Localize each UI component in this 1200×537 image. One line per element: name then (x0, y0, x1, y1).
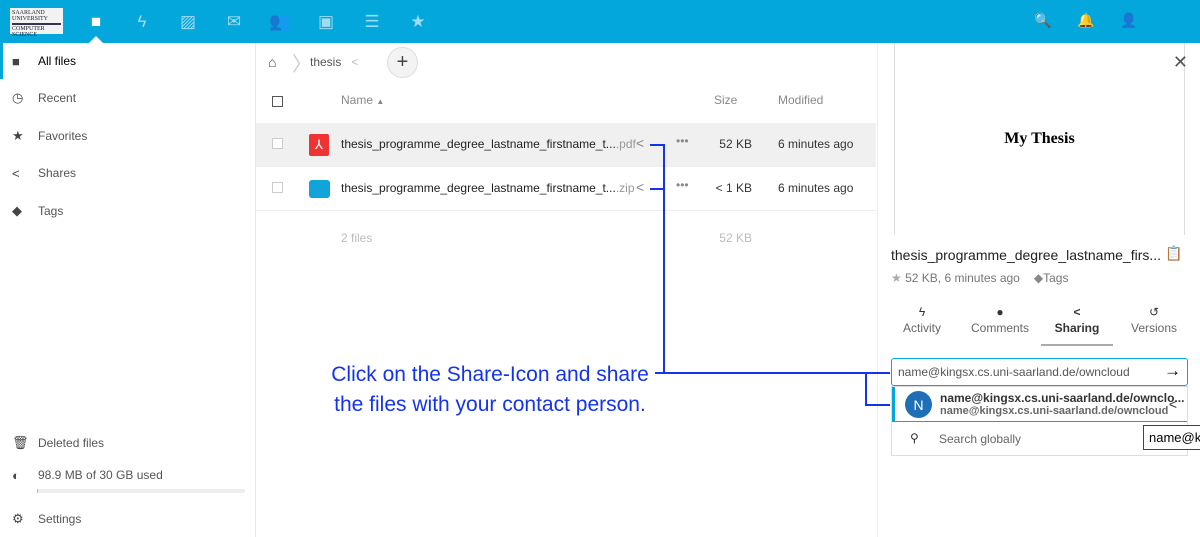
annotation-line (650, 144, 890, 374)
annotation-lines (650, 144, 890, 406)
annotation-line (865, 373, 890, 406)
annotation-text: Click on the Share-Icon and share the fi… (331, 363, 649, 416)
